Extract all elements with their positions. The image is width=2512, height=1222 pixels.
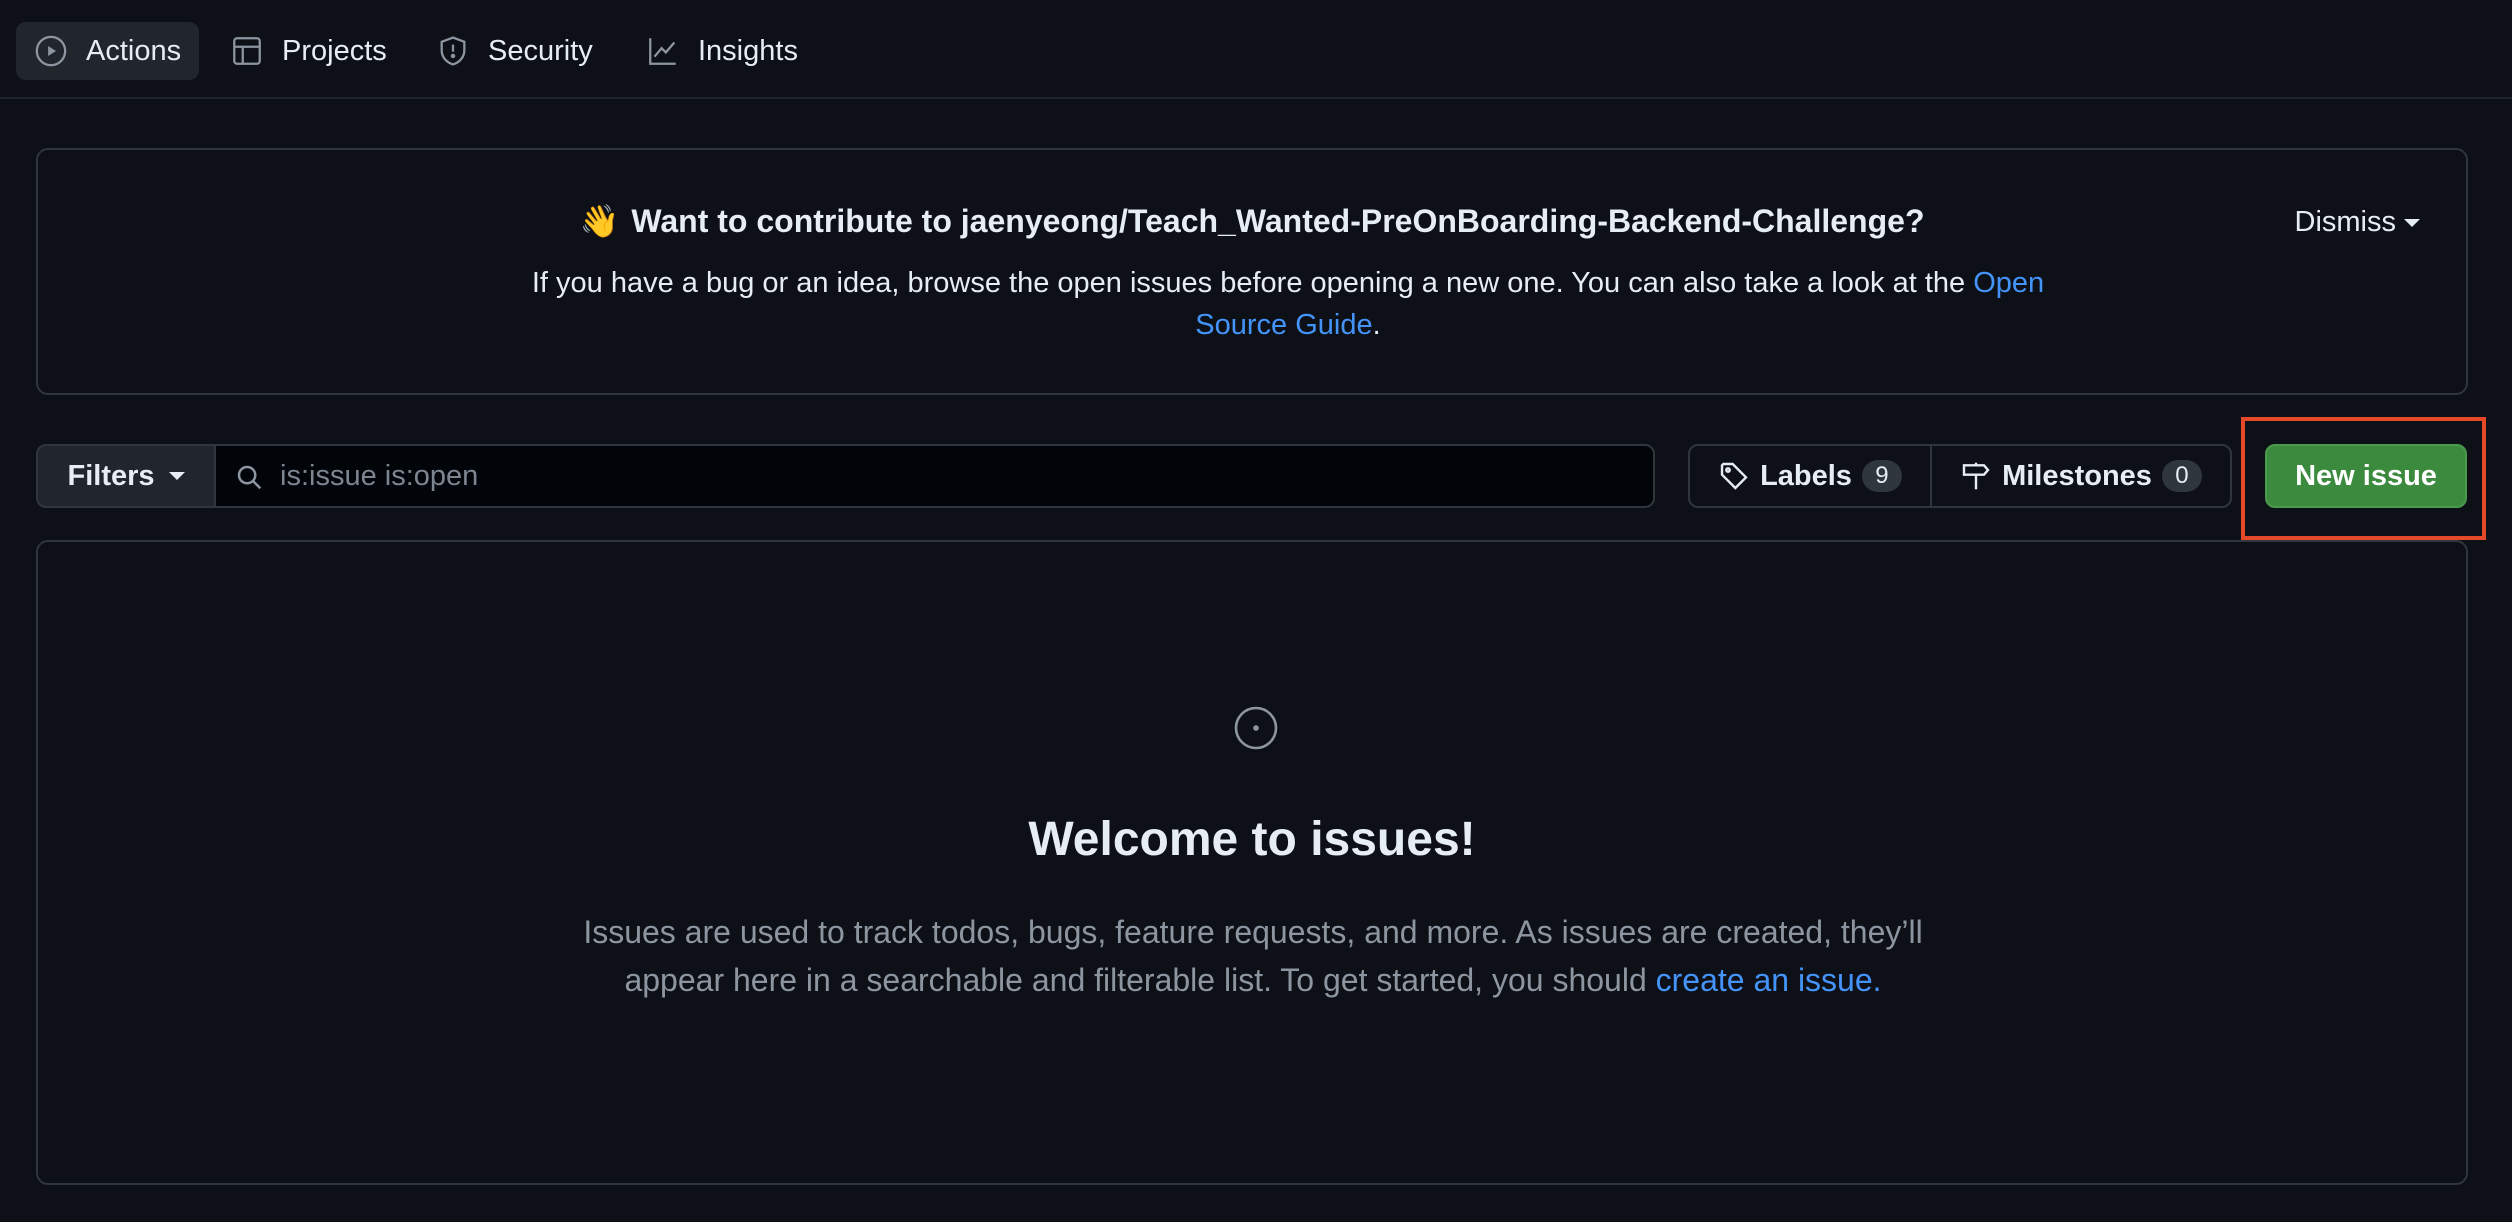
tab-insights-label: Insights bbox=[698, 34, 798, 67]
filters-button[interactable]: Filters bbox=[36, 444, 216, 508]
issues-empty-state: Welcome to issues! Issues are used to tr… bbox=[36, 540, 2468, 1185]
welcome-text-end: . bbox=[1872, 962, 1882, 998]
banner-text-end: . bbox=[1372, 309, 1381, 341]
dismiss-button[interactable]: Dismiss bbox=[2294, 206, 2420, 239]
labels-label: Labels bbox=[1760, 459, 1852, 492]
chevron-down-icon bbox=[2404, 218, 2420, 227]
search-input[interactable] bbox=[280, 454, 1640, 498]
play-circle-icon bbox=[35, 35, 67, 67]
repo-nav: Actions Projects Security Insights bbox=[0, 0, 2512, 99]
issue-opened-icon bbox=[1234, 706, 1278, 750]
welcome-description: Issues are used to track todos, bugs, fe… bbox=[538, 908, 1968, 1004]
issue-search bbox=[214, 444, 1655, 508]
dismiss-label: Dismiss bbox=[2294, 206, 2397, 238]
new-issue-label: New issue bbox=[2295, 459, 2437, 492]
tab-security-label: Security bbox=[488, 34, 593, 67]
search-icon bbox=[237, 465, 262, 490]
contribute-banner: 👋 Want to contribute to jaenyeong/Teach_W… bbox=[36, 148, 2468, 395]
tab-projects[interactable]: Projects bbox=[212, 22, 405, 80]
chevron-down-icon bbox=[168, 472, 185, 480]
milestones-label: Milestones bbox=[2002, 459, 2152, 492]
tab-insights[interactable]: Insights bbox=[628, 22, 816, 80]
welcome-title: Welcome to issues! bbox=[1028, 813, 1476, 866]
milestones-count: 0 bbox=[2161, 460, 2202, 492]
wave-icon: 👋 bbox=[579, 203, 620, 239]
milestones-button[interactable]: Milestones 0 bbox=[1932, 446, 2230, 506]
banner-text: If you have a bug or an idea, browse the… bbox=[531, 267, 1974, 299]
labels-milestones-group: Labels 9 Milestones 0 bbox=[1688, 444, 2232, 508]
tab-actions-label: Actions bbox=[86, 34, 182, 67]
tab-security[interactable]: Security bbox=[418, 22, 611, 80]
labels-count: 9 bbox=[1861, 460, 1902, 492]
milestone-icon bbox=[1962, 462, 1990, 490]
filters-label: Filters bbox=[67, 459, 155, 492]
new-issue-button[interactable]: New issue bbox=[2265, 444, 2467, 508]
graph-icon bbox=[649, 38, 676, 65]
shield-icon bbox=[440, 36, 466, 66]
banner-title-text: Want to contribute to jaenyeong/Teach_Wa… bbox=[631, 203, 1925, 239]
banner-description: If you have a bug or an idea, browse the… bbox=[488, 262, 2088, 346]
tab-actions[interactable]: Actions bbox=[16, 22, 200, 80]
tag-icon bbox=[1720, 462, 1748, 490]
create-issue-link[interactable]: create an issue bbox=[1656, 962, 1873, 998]
tab-projects-label: Projects bbox=[282, 34, 387, 67]
labels-button[interactable]: Labels 9 bbox=[1690, 446, 1932, 506]
banner-title: 👋 Want to contribute to jaenyeong/Teach_W… bbox=[38, 202, 2466, 240]
table-icon bbox=[233, 37, 261, 65]
